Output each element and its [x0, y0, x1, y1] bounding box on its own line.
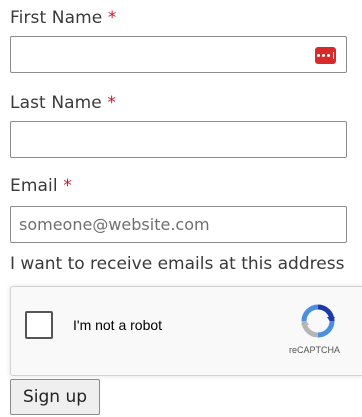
- consent-text: I want to receive emails at this address: [10, 254, 345, 274]
- password-manager-icon[interactable]: [315, 47, 336, 64]
- last-name-label: Last Name *: [10, 93, 116, 113]
- recaptcha-checkbox-label: I'm not a robot: [73, 317, 163, 333]
- email-label: Email *: [10, 176, 72, 196]
- recaptcha-checkbox[interactable]: [25, 311, 53, 339]
- email-label-text: Email: [10, 176, 58, 196]
- recaptcha-brand: reCAPTCHA: [289, 345, 341, 355]
- recaptcha-widget: I'm not a robot reCAPTCHA: [10, 286, 362, 376]
- email-placeholder: someone@website.com: [19, 215, 210, 234]
- required-marker: *: [107, 93, 116, 113]
- last-name-label-text: Last Name: [10, 93, 102, 113]
- email-input[interactable]: someone@website.com: [10, 206, 347, 243]
- sign-up-button[interactable]: Sign up: [10, 379, 101, 415]
- first-name-label: First Name *: [10, 8, 116, 28]
- last-name-input[interactable]: [10, 121, 347, 158]
- required-marker: *: [63, 176, 72, 196]
- recaptcha-logo-icon: [301, 304, 335, 338]
- required-marker: *: [107, 8, 117, 28]
- first-name-label-text: First Name: [10, 8, 103, 28]
- first-name-input[interactable]: [10, 36, 347, 73]
